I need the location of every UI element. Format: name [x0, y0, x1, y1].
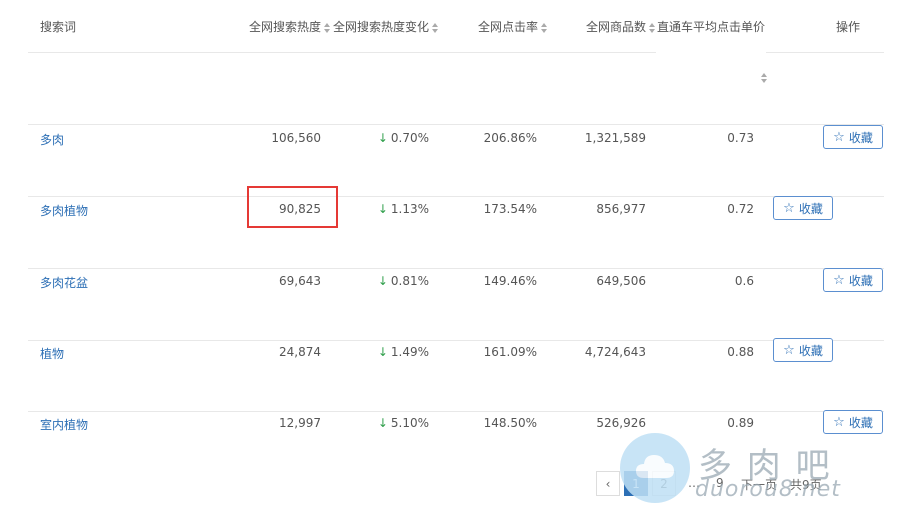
header-heat-change[interactable]: 全网搜索热度变化 — [333, 18, 439, 35]
heat-change: ↓ 0.81% — [377, 274, 429, 288]
highlight-box — [247, 186, 338, 228]
divider — [28, 268, 884, 269]
heat-value: 24,874 — [279, 345, 321, 359]
header-heat[interactable]: 全网搜索热度 — [249, 18, 331, 35]
keyword-link[interactable]: 多肉花盆 — [40, 274, 88, 291]
arrow-down-icon: ↓ — [377, 202, 388, 216]
heat-value: 106,560 — [271, 131, 321, 145]
cloud-icon — [636, 455, 674, 478]
star-icon: ☆ — [783, 200, 795, 216]
arrow-down-icon: ↓ — [377, 131, 388, 145]
sort-icon[interactable] — [649, 22, 656, 33]
products-value: 4,724,643 — [584, 345, 646, 359]
sort-icon[interactable] — [761, 73, 768, 83]
cpc-value: 0.72 — [727, 202, 754, 216]
keyword-link[interactable]: 植物 — [40, 345, 64, 362]
favorite-button[interactable]: ☆ 收藏 — [823, 125, 883, 149]
prev-page-button[interactable]: ‹ — [596, 471, 620, 496]
heat-change: ↓ 1.49% — [377, 345, 429, 359]
arrow-down-icon: ↓ — [377, 416, 388, 430]
header-ctr[interactable]: 全网点击率 — [478, 18, 548, 35]
products-value: 856,977 — [596, 202, 646, 216]
header-ztc-cpc: 直通车平均点击单价 — [657, 20, 765, 34]
products-value: 649,506 — [596, 274, 646, 288]
keyword-link[interactable]: 室内植物 — [40, 416, 88, 433]
products-value: 526,926 — [596, 416, 646, 430]
ctr-value: 149.46% — [483, 274, 537, 288]
sort-icon[interactable] — [432, 22, 439, 33]
header-action: 操作 — [836, 20, 861, 34]
divider — [28, 411, 884, 412]
cpc-value: 0.89 — [727, 416, 754, 430]
watermark-en: duorou8.net — [695, 477, 841, 502]
heat-change: ↓ 5.10% — [377, 416, 429, 430]
favorite-button[interactable]: ☆ 收藏 — [823, 410, 883, 434]
heat-value: 69,643 — [279, 274, 321, 288]
ctr-value: 161.09% — [483, 345, 537, 359]
favorite-button[interactable]: ☆ 收藏 — [773, 338, 833, 362]
favorite-button[interactable]: ☆ 收藏 — [823, 268, 883, 292]
cpc-value: 0.73 — [727, 131, 754, 145]
header-products[interactable]: 全网商品数 — [586, 18, 656, 35]
cpc-value: 0.88 — [727, 345, 754, 359]
chevron-left-icon: ‹ — [605, 476, 611, 491]
keyword-link[interactable]: 多肉植物 — [40, 202, 88, 219]
header-keyword: 搜索词 — [40, 20, 77, 34]
arrow-down-icon: ↓ — [377, 345, 388, 359]
divider — [28, 52, 656, 53]
keyword-link[interactable]: 多肉 — [40, 131, 64, 148]
arrow-down-icon: ↓ — [377, 274, 388, 288]
cpc-value: 0.6 — [734, 274, 754, 288]
star-icon: ☆ — [833, 272, 845, 288]
heat-change: ↓ 1.13% — [377, 202, 429, 216]
products-value: 1,321,589 — [584, 131, 646, 145]
ctr-value: 148.50% — [483, 416, 537, 430]
star-icon: ☆ — [833, 129, 845, 145]
sort-icon[interactable] — [324, 22, 331, 33]
sort-icon[interactable] — [541, 22, 548, 33]
ctr-value: 206.86% — [483, 131, 537, 145]
divider — [28, 124, 884, 125]
star-icon: ☆ — [833, 414, 845, 430]
watermark-logo — [620, 433, 690, 503]
divider — [28, 196, 884, 197]
divider — [766, 52, 884, 53]
heat-value: 12,997 — [279, 416, 321, 430]
divider — [28, 340, 884, 341]
favorite-button[interactable]: ☆ 收藏 — [773, 196, 833, 220]
heat-change: ↓ 0.70% — [377, 131, 429, 145]
star-icon: ☆ — [783, 342, 795, 358]
ctr-value: 173.54% — [483, 202, 537, 216]
